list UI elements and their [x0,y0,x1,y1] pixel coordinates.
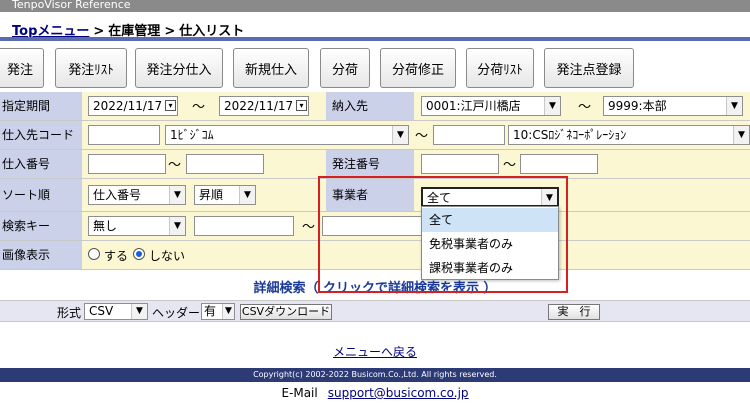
distribution-button[interactable]: 分荷 [320,48,370,88]
image-yes-radio[interactable] [88,248,100,260]
chevron-down-icon: ▼ [239,186,255,204]
sort-key-select[interactable]: 仕入番号 ▼ [88,185,186,205]
csv-download-button[interactable]: CSVダウンロード [240,304,332,320]
detail-search-toggle[interactable]: 詳細検索（ クリックで詳細検索を表示 ） [0,277,750,296]
sort-label: ソート順 [0,179,82,211]
chevron-down-icon: ▼ [169,186,185,204]
chevron-down-icon: ▼ [392,126,408,144]
email-link[interactable]: support@busicom.co.jp [328,386,469,400]
chevron-down-icon: ▼ [733,126,749,144]
business-dropdown-list: 全て 免税事業者のみ 課税事業者のみ [421,206,559,280]
row-supplier: 仕入先コード 1ﾋﾞｼﾞｺﾑ ▼ 〜 10:CSﾛｼﾞﾈｺｰﾎﾟﾚｰｼｮﾝ ▼ [0,121,750,150]
period-to-input[interactable]: 2022/11/17 ▾ [219,96,309,116]
window-title: TenpoVisor Reference [0,0,750,12]
chevron-down-icon: ▼ [541,189,557,205]
purchase-no-from-input[interactable] [88,154,166,174]
delivery-from-select[interactable]: 0001:江戸川橋店 ▼ [421,96,561,116]
row-image: 画像表示 する しない [0,241,750,270]
tilde: 〜 [192,100,206,115]
distribution-list-button[interactable]: 分荷ﾘｽﾄ [466,48,534,88]
footer-copyright: Copyright(c) 2002-2022 Busicom.Co.,Ltd. … [0,368,750,382]
format-label: 形式 [57,306,82,320]
image-yes-label: する [104,249,129,263]
purchase-no-to-input[interactable] [186,154,264,174]
period-label: 指定期間 [0,92,82,120]
distribution-edit-button[interactable]: 分荷修正 [380,48,456,88]
search-key-label: 検索キー [0,212,82,240]
header-select[interactable]: 有 ▼ [201,303,235,320]
tilde: 〜 [302,220,316,235]
order-button[interactable]: 発注 [0,48,44,88]
chevron-down-icon: ▼ [544,97,560,115]
supplier-label: 仕入先コード [0,121,82,149]
contact-email: E-Mail support@busicom.co.jp [0,386,750,400]
order-no-to-input[interactable] [520,154,598,174]
supplier-from-select[interactable]: 1ﾋﾞｼﾞｺﾑ ▼ [165,125,409,145]
row-purchase-no: 仕入番号 〜 発注番号 〜 [0,150,750,179]
export-bar: 形式 CSV ▼ ヘッダー 有 ▼ CSVダウンロード 実 行 [0,300,750,322]
tilde: 〜 [415,129,429,144]
chevron-down-icon: ▼ [169,217,185,235]
image-label: 画像表示 [0,241,82,269]
business-label: 事業者 [326,179,414,211]
dropdown-option-all[interactable]: 全て [422,208,558,232]
calendar-icon[interactable]: ▾ [296,100,307,111]
search-key-from-input[interactable] [194,216,294,236]
tilde: 〜 [578,100,592,115]
delivery-to-select[interactable]: 9999:本部 ▼ [603,96,743,116]
new-purchase-button[interactable]: 新規仕入 [233,48,309,88]
reorder-point-button[interactable]: 発注点登録 [544,48,634,88]
order-purchase-button[interactable]: 発注分仕入 [135,48,223,88]
menu-back: メニューへ戻る [0,343,750,360]
order-no-label: 発注番号 [326,150,414,178]
search-key-select[interactable]: 無し ▼ [88,216,186,236]
header-label: ヘッダー [152,306,201,320]
purchase-no-label: 仕入番号 [0,150,82,178]
breadcrumb-divider [0,37,750,41]
row-period: 指定期間 2022/11/17 ▾ 〜 2022/11/17 ▾ 納入先 0001:… [0,92,750,121]
delivery-label: 納入先 [326,92,414,120]
supplier-code-from-input[interactable] [88,125,160,145]
business-select[interactable]: 全て ▼ [421,187,559,207]
chevron-down-icon: ▼ [726,97,742,115]
supplier-code-to-input[interactable] [433,125,505,145]
chevron-down-icon: ▼ [222,304,234,319]
supplier-to-select[interactable]: 10:CSﾛｼﾞﾈｺｰﾎﾟﾚｰｼｮﾝ ▼ [508,125,750,145]
image-no-label: しない [149,249,186,263]
tilde: 〜 [168,158,182,173]
menu-back-link[interactable]: メニューへ戻る [333,345,417,359]
email-label: E-Mail [281,386,318,400]
sort-direction-select[interactable]: 昇順 ▼ [194,185,256,205]
search-key-to-input[interactable] [322,216,422,236]
order-list-button[interactable]: 発注ﾘｽﾄ [55,48,127,88]
period-from-input[interactable]: 2022/11/17 ▾ [88,96,178,116]
dropdown-option-taxable[interactable]: 課税事業者のみ [422,256,558,280]
dropdown-option-tax-exempt[interactable]: 免税事業者のみ [422,232,558,256]
row-sort: ソート順 仕入番号 ▼ 昇順 ▼ 事業者 全て ▼ [0,179,750,212]
calendar-icon[interactable]: ▾ [165,100,176,111]
tilde: 〜 [503,158,517,173]
format-select[interactable]: CSV ▼ [84,303,148,320]
image-no-radio[interactable] [133,248,145,260]
order-no-from-input[interactable] [421,154,499,174]
row-search-key: 検索キー 無し ▼ 〜 [0,212,750,241]
chevron-down-icon: ▼ [131,304,147,319]
run-button[interactable]: 実 行 [548,304,600,320]
